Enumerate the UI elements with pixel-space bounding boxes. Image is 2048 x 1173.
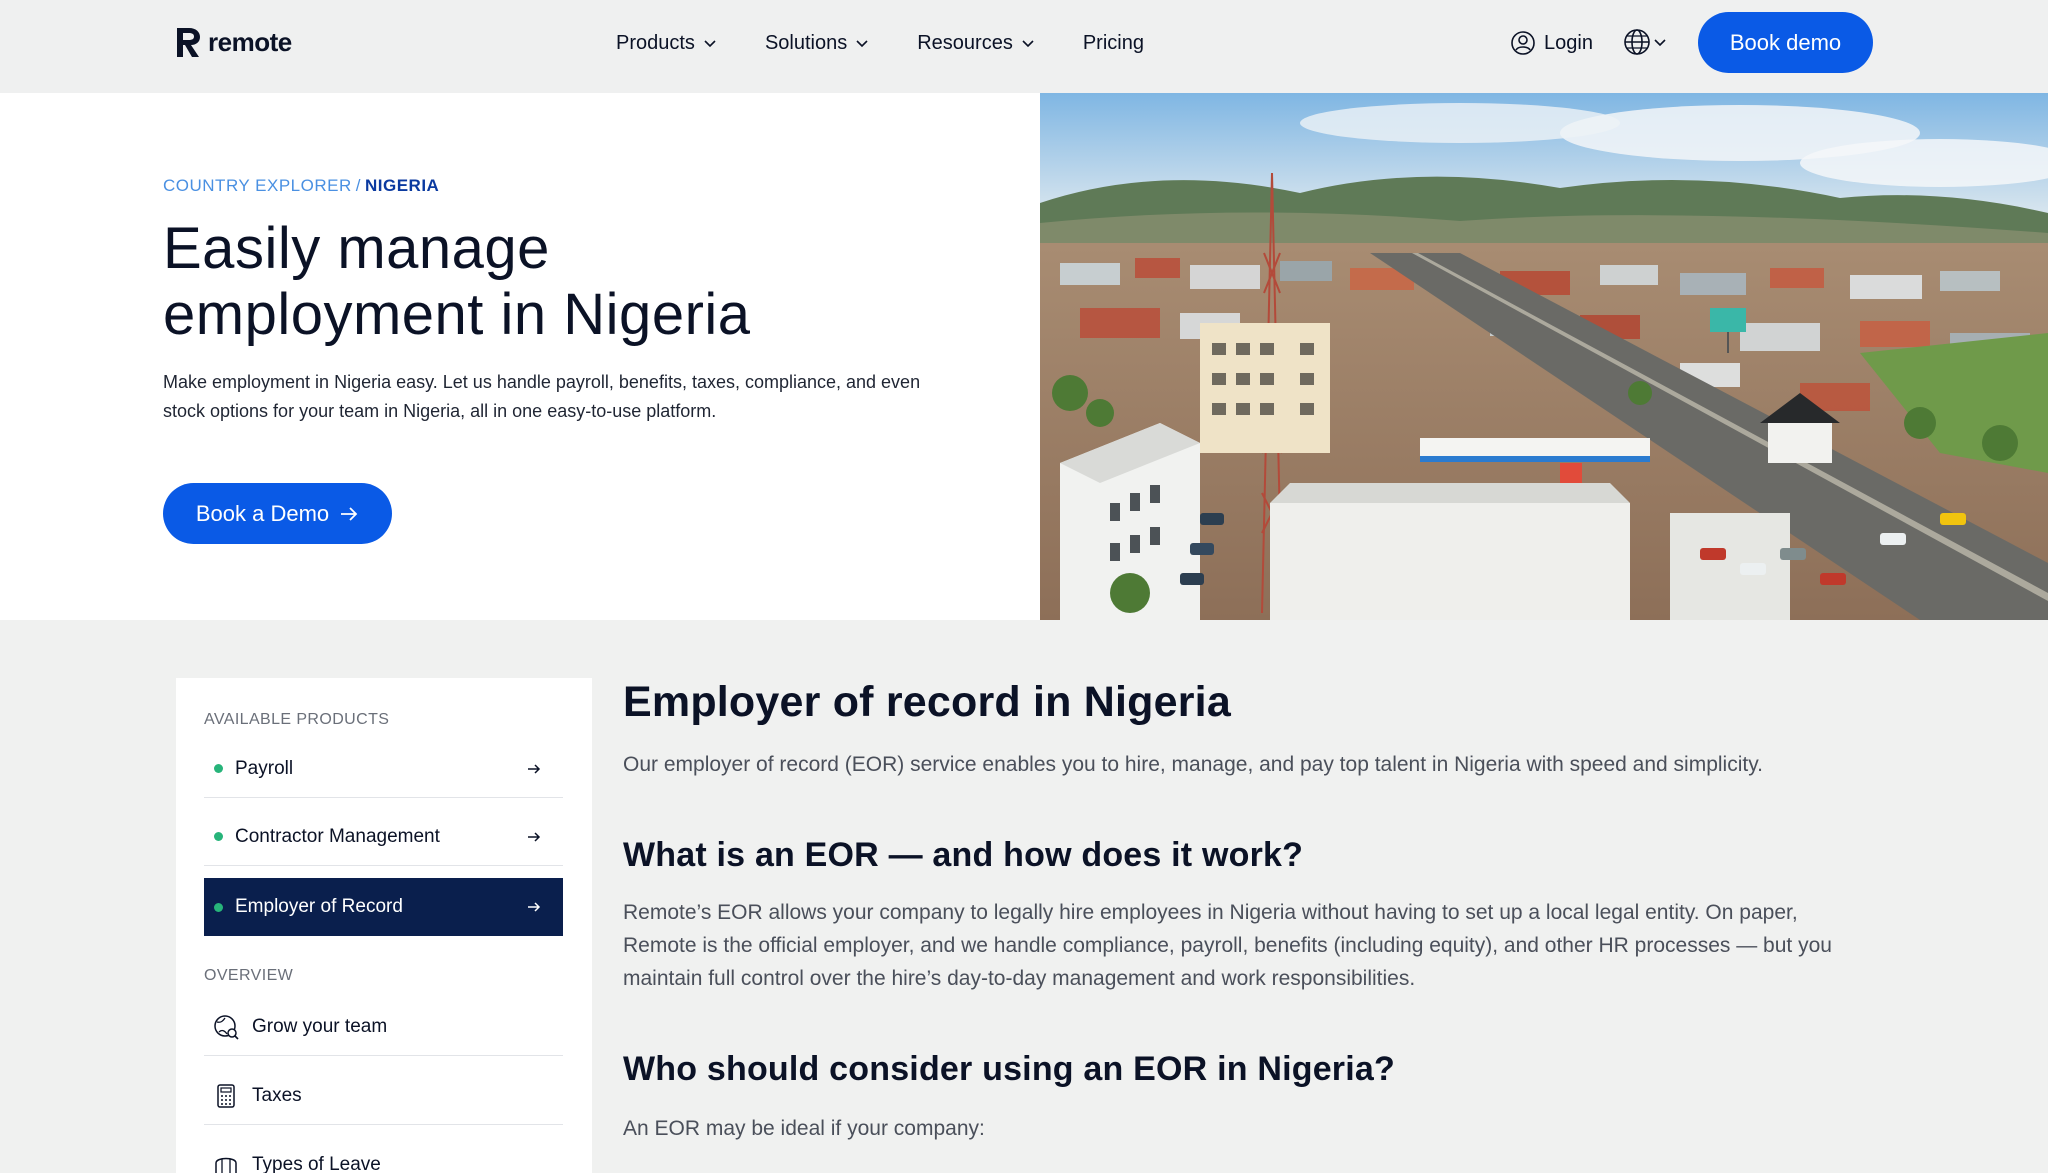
remote-logo-icon: [177, 28, 200, 57]
arrow-right-icon: [528, 832, 541, 842]
login-link[interactable]: Login: [1510, 0, 1593, 86]
sidebar: AVAILABLE PRODUCTS Payroll Contractor Ma…: [176, 678, 592, 1173]
main-menu: Products Solutions Resources Pricing: [616, 0, 1192, 86]
chevron-down-icon: [1654, 39, 1666, 47]
status-dot: [214, 832, 223, 841]
sidebar-item-grow-your-team[interactable]: Grow your team: [204, 998, 563, 1056]
sidebar-item-employer-of-record[interactable]: Employer of Record: [204, 878, 563, 936]
hero-section: [0, 93, 1040, 620]
section-heading-eor: Employer of record in Nigeria: [623, 678, 1231, 726]
nav-resources-label: Resources: [917, 31, 1013, 54]
sidebar-item-label: Taxes: [252, 1084, 302, 1106]
eor-intro: Our employer of record (EOR) service ena…: [623, 753, 1763, 776]
page-title: Easily manage employment in Nigeria: [163, 216, 1023, 348]
what-is-eor-body: Remote’s EOR allows your company to lega…: [623, 901, 1832, 990]
breadcrumb: COUNTRY EXPLORER / NIGERIA: [163, 176, 439, 196]
book-a-demo-button[interactable]: Book a Demo: [163, 483, 392, 544]
sidebar-item-payroll[interactable]: Payroll: [204, 740, 563, 798]
page-title-line2: employment in Nigeria: [163, 282, 751, 347]
breadcrumb-current: NIGERIA: [364, 176, 440, 195]
sidebar-item-contractor-management[interactable]: Contractor Management: [204, 808, 563, 866]
briefcase-icon: [215, 1157, 237, 1173]
nav-solutions-label: Solutions: [764, 31, 848, 54]
status-dot: [214, 902, 223, 912]
arrow-right-icon: [341, 506, 358, 521]
hero-image: [1040, 93, 2048, 620]
breadcrumb-parent[interactable]: COUNTRY EXPLORER: [163, 176, 352, 195]
sidebar-item-label: Payroll: [235, 757, 294, 779]
nav-products[interactable]: Products: [616, 32, 717, 55]
section-heading-what-is-eor: What is an EOR — and how does it work?: [623, 836, 1304, 874]
status-dot: [214, 764, 223, 773]
who-should-consider-body: An EOR may be ideal if your company:: [623, 1117, 985, 1140]
calculator-icon: [217, 1083, 235, 1108]
sidebar-item-label: Types of Leave: [252, 1154, 381, 1173]
globe-search-icon: [214, 1014, 239, 1040]
login-label: Login: [1544, 31, 1593, 54]
nav-pricing-label: Pricing: [1082, 31, 1144, 54]
chevron-down-icon: [704, 40, 716, 48]
logo-text: remote: [208, 26, 292, 57]
nigeria-city-aerial-image: [1040, 93, 2048, 620]
overview-label: OVERVIEW: [204, 967, 294, 984]
sidebar-item-types-of-leave[interactable]: Types of Leave: [204, 1136, 563, 1173]
nav-resources[interactable]: Resources: [917, 32, 1035, 55]
page-title-line1: Easily manage: [163, 216, 550, 281]
sidebar-item-label: Contractor Management: [235, 825, 440, 847]
sidebar-item-taxes[interactable]: Taxes: [204, 1067, 563, 1125]
available-products-label: AVAILABLE PRODUCTS: [204, 711, 390, 728]
breadcrumb-separator: /: [355, 176, 361, 195]
nav-pricing[interactable]: Pricing: [1083, 32, 1144, 55]
section-heading-who-should-consider: Who should consider using an EOR in Nige…: [623, 1050, 1395, 1088]
globe-icon: [1624, 29, 1650, 55]
user-icon: [1511, 31, 1535, 55]
book-demo-button[interactable]: Book demo: [1698, 12, 1873, 73]
chevron-down-icon: [856, 40, 868, 48]
top-nav: remote Products Solutions Resources Pric…: [0, 0, 2048, 93]
arrow-right-icon: [528, 902, 541, 912]
chevron-down-icon: [1022, 40, 1034, 48]
arrow-right-icon: [528, 764, 541, 774]
language-selector[interactable]: [1623, 28, 1667, 56]
hero-description: Make employment in Nigeria easy. Let us …: [163, 372, 921, 421]
nav-solutions[interactable]: Solutions: [765, 32, 869, 55]
book-a-demo-label: Book a Demo: [195, 500, 330, 526]
nav-products-label: Products: [616, 31, 695, 54]
sidebar-item-label: Grow your team: [252, 1015, 388, 1037]
sidebar-item-label: Employer of Record: [235, 896, 403, 917]
remote-logo[interactable]: remote: [174, 24, 292, 60]
